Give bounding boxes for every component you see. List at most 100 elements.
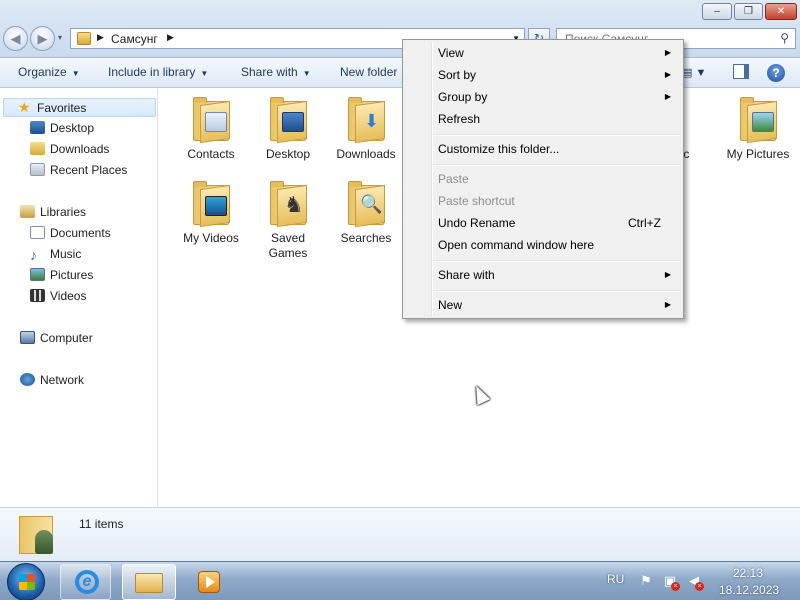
chevron-down-icon: ▼ [302,69,311,78]
sidebar-item-label: Network [40,373,85,387]
user-folder-icon [19,514,55,556]
minimize-button[interactable]: – [702,3,732,20]
folder-my-videos[interactable]: My Videos [171,181,251,245]
sidebar-item-music[interactable]: ♪ Music [30,247,81,266]
sidebar-item-pictures[interactable]: Pictures [30,268,93,287]
sidebar-item-label: Downloads [50,142,110,156]
organize-button[interactable]: Organize ▼ [18,65,80,79]
maximize-button[interactable]: ❐ [734,3,763,20]
sidebar-item-computer[interactable]: Computer [20,331,93,350]
action-center-flag-icon[interactable]: ⚑ [638,573,654,589]
network-icon [20,373,35,386]
preview-pane-icon[interactable] [733,64,749,79]
start-button[interactable] [7,563,45,600]
recent-places-icon [30,163,45,176]
menu-separator [433,290,681,292]
menu-item-sort-by[interactable]: Sort by ▶ [405,64,681,86]
new-folder-button[interactable]: New folder [340,65,397,79]
menu-item-view[interactable]: View ▶ [405,42,681,64]
navigation-pane: ★ Favorites Desktop Downloads Recent Plac… [0,89,158,507]
sidebar-item-desktop[interactable]: Desktop [30,121,94,140]
menu-item-undo-rename[interactable]: Undo Rename Ctrl+Z [405,212,681,234]
menu-separator [433,134,681,136]
sidebar-item-network[interactable]: Network [20,373,84,392]
folder-my-pictures[interactable]: My Pictures [718,97,798,161]
menu-item-group-by[interactable]: Group by ▶ [405,86,681,108]
close-button[interactable]: ✕ [765,3,797,20]
folder-downloads[interactable]: Downloads [326,97,406,161]
folder-label: Desktop [265,147,311,161]
volume-muted-icon[interactable]: ◀ × [686,573,704,591]
details-pane: 11 items [0,507,800,561]
folder-searches[interactable]: Searches [326,181,406,245]
folder-label: Saved Games [268,231,308,260]
menu-separator [433,164,681,166]
network-status-icon[interactable]: ▣ × [662,573,680,591]
sidebar-item-label: Recent Places [50,163,128,177]
sidebar-item-label: Videos [50,289,87,303]
videos-folder-icon [191,181,231,228]
taskbar-internet-explorer[interactable]: e [60,564,111,600]
star-icon: ★ [18,99,31,115]
sidebar-item-label: Pictures [50,268,94,282]
folder-label: Searches [340,231,392,245]
submenu-arrow-icon: ▶ [664,92,671,101]
folder-icon [77,32,91,45]
item-count: 11 items [79,517,124,531]
sidebar-item-downloads[interactable]: Downloads [30,142,109,161]
breadcrumb-separator-icon[interactable]: ▶ [167,32,174,43]
music-icon: ♪ [30,247,37,263]
recent-pages-icon[interactable]: ▾ [58,33,62,42]
sidebar-item-documents[interactable]: Documents [30,226,111,245]
videos-icon [30,289,45,302]
folder-contacts[interactable]: Contacts [171,97,251,161]
menu-item-customize-folder[interactable]: Customize this folder... [405,138,681,160]
help-icon[interactable]: ? [767,64,785,82]
folder-desktop[interactable]: Desktop [248,97,328,161]
back-button[interactable]: ◀ [3,26,28,51]
clock-time[interactable]: 22:13 [733,566,763,580]
media-player-icon [198,571,220,593]
change-view-icon[interactable]: ▤ ▼ [682,66,712,79]
menu-item-new[interactable]: New ▶ [405,294,681,316]
taskbar-media-player[interactable] [186,564,234,600]
context-menu: View ▶ Sort by ▶ Group by ▶ Refresh Customi… [402,39,684,319]
sidebar-item-label: Documents [50,226,111,240]
breadcrumb-separator-icon[interactable]: ▶ [97,32,104,43]
downloads-icon [30,142,45,155]
sidebar-item-libraries[interactable]: Libraries [20,205,86,224]
submenu-arrow-icon: ▶ [664,270,671,279]
menu-item-share-with[interactable]: Share with ▶ [405,264,681,286]
taskbar: e RU ⚑ ▣ × ◀ × 22:13 18.12.2023 [0,561,800,600]
sidebar-item-videos[interactable]: Videos [30,289,86,308]
folder-saved-games[interactable]: Saved Games [248,181,328,261]
searches-folder-icon [346,181,386,228]
include-in-library-button[interactable]: Include in library ▼ [108,65,208,79]
downloads-folder-icon [346,97,386,144]
search-icon[interactable]: ⚲ [780,31,789,45]
sidebar-item-favorites[interactable]: ★ Favorites [3,98,156,117]
breadcrumb-samsung[interactable]: Самсунг [111,32,158,46]
folder-label: My Videos [183,231,239,245]
sidebar-item-recent-places[interactable]: Recent Places [30,163,127,182]
language-indicator[interactable]: RU [607,572,624,586]
sidebar-item-label: Desktop [50,121,95,135]
taskbar-windows-explorer[interactable] [122,564,176,600]
folder-label: Downloads [336,147,396,161]
menu-separator [433,260,681,262]
menu-item-paste-shortcut: Paste shortcut [438,194,515,208]
submenu-arrow-icon: ▶ [664,300,671,309]
clock-date[interactable]: 18.12.2023 [719,583,779,597]
saved-games-folder-icon [268,181,308,228]
menu-item-refresh[interactable]: Refresh [405,108,681,130]
contacts-folder-icon [191,97,231,144]
chevron-down-icon: ▼ [200,69,209,78]
windows-explorer-icon [135,573,163,593]
error-x-icon: × [671,582,680,591]
forward-button[interactable]: ▶ [30,26,55,51]
folder-label: My Pictures [726,147,790,161]
submenu-arrow-icon: ▶ [664,70,671,79]
error-x-icon: × [695,582,704,591]
menu-item-open-command-window[interactable]: Open command window here [405,234,681,256]
share-with-button[interactable]: Share with ▼ [241,65,311,79]
